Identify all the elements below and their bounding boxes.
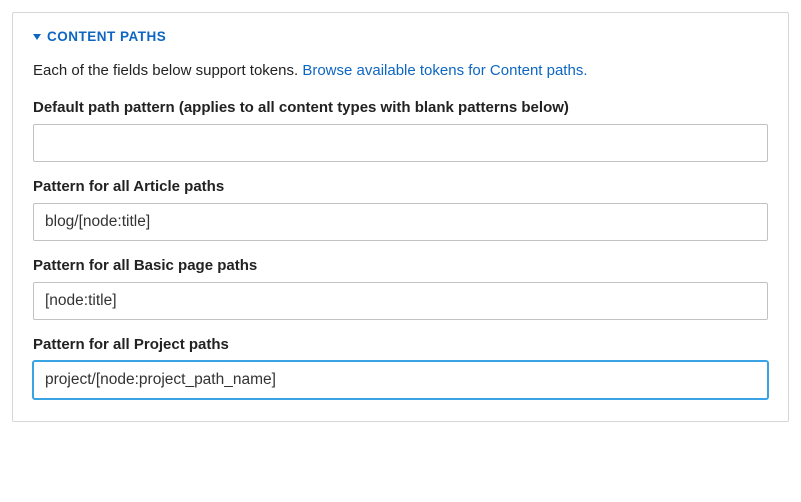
article-pattern-input[interactable] (33, 203, 768, 241)
content-paths-fieldset: CONTENT PATHS Each of the fields below s… (12, 12, 789, 422)
intro-text: Each of the fields below support tokens. (33, 62, 302, 79)
fieldset-legend: CONTENT PATHS (47, 29, 166, 44)
form-item-project: Pattern for all Project paths (33, 336, 768, 399)
caret-down-icon (33, 34, 41, 40)
basic-page-pattern-label: Pattern for all Basic page paths (33, 257, 768, 274)
article-pattern-label: Pattern for all Article paths (33, 178, 768, 195)
form-item-article: Pattern for all Article paths (33, 178, 768, 241)
browse-tokens-link[interactable]: Browse available tokens for Content path… (302, 62, 587, 79)
project-pattern-label: Pattern for all Project paths (33, 336, 768, 353)
project-pattern-input[interactable] (33, 361, 768, 399)
intro-text-row: Each of the fields below support tokens.… (33, 60, 768, 81)
basic-page-pattern-input[interactable] (33, 282, 768, 320)
default-pattern-label: Default path pattern (applies to all con… (33, 99, 768, 116)
content-paths-toggle[interactable]: CONTENT PATHS (33, 29, 768, 44)
default-pattern-input[interactable] (33, 124, 768, 162)
form-item-basic-page: Pattern for all Basic page paths (33, 257, 768, 320)
form-item-default: Default path pattern (applies to all con… (33, 99, 768, 162)
